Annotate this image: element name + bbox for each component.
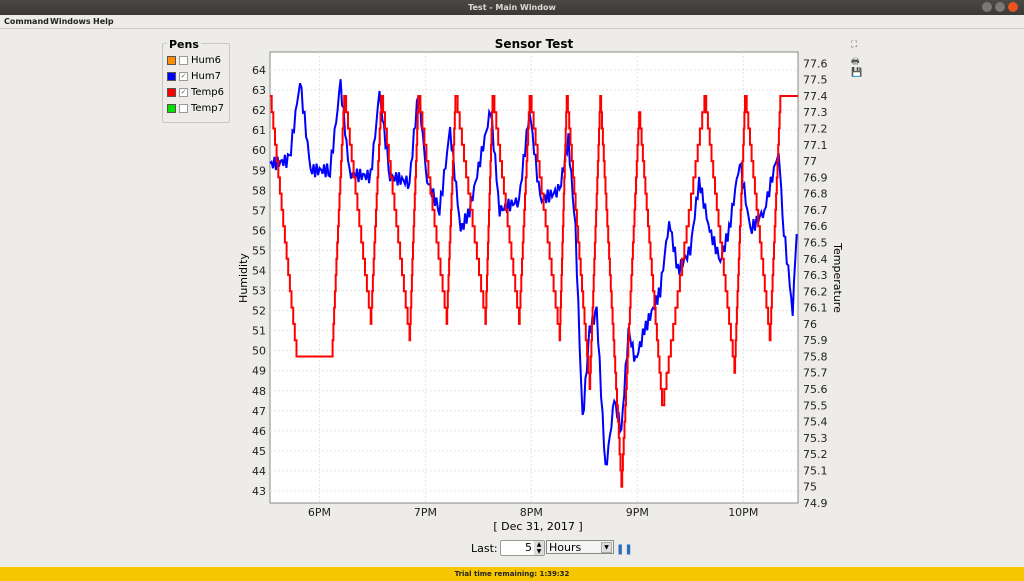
y-tick-label: 61: [252, 124, 266, 137]
y-tick-label: 45: [252, 445, 266, 458]
last-value-spinner[interactable]: 5 ▲ ▼: [500, 540, 545, 556]
y2-tick-label: 76.9: [803, 171, 828, 184]
y2-tick-label: 76.7: [803, 204, 828, 217]
y-tick-label: 62: [252, 104, 266, 117]
y2-tick-label: 75.3: [803, 432, 828, 445]
y-tick-label: 49: [252, 365, 266, 378]
last-value: 5: [525, 541, 532, 554]
y2-tick-label: 75.2: [803, 448, 828, 461]
y2-tick-label: 77.2: [803, 123, 828, 136]
y2-tick-label: 77.5: [803, 74, 828, 87]
y-tick-label: 57: [252, 204, 266, 217]
y-tick-label: 63: [252, 84, 266, 97]
y-tick-label: 55: [252, 244, 266, 257]
y-axis-label: Humidity: [237, 253, 250, 303]
y2-tick-label: 77: [803, 155, 817, 168]
y2-tick-label: 77.3: [803, 106, 828, 119]
y-tick-label: 53: [252, 285, 266, 298]
y-tick-label: 48: [252, 385, 266, 398]
y2-tick-label: 76.5: [803, 236, 828, 249]
unit-value: Hours: [549, 541, 582, 554]
y2-tick-label: 77.6: [803, 57, 828, 70]
y-tick-label: 59: [252, 164, 266, 177]
pause-icon[interactable]: ❚❚: [616, 544, 633, 555]
y-tick-label: 46: [252, 425, 266, 438]
y2-tick-label: 75.7: [803, 367, 828, 380]
y-tick-label: 47: [252, 405, 266, 418]
spinner-arrows-icon[interactable]: ▲ ▼: [534, 541, 544, 555]
y-tick-label: 54: [252, 264, 266, 277]
unit-select[interactable]: Hours ▼: [546, 540, 614, 554]
y2-tick-label: 76.6: [803, 220, 828, 233]
y-tick-label: 64: [252, 64, 266, 77]
y-tick-label: 43: [252, 485, 266, 498]
y-tick-label: 56: [252, 224, 266, 237]
y2-tick-label: 75.9: [803, 334, 828, 347]
y-tick-label: 52: [252, 305, 266, 318]
chart-title: Sensor Test: [495, 37, 574, 51]
y2-tick-label: 76: [803, 318, 817, 331]
y2-tick-label: 75.1: [803, 464, 828, 477]
x-tick-label: 7PM: [414, 506, 437, 519]
y-tick-label: 58: [252, 184, 266, 197]
y2-tick-label: 76.3: [803, 269, 828, 282]
y2-tick-label: 76.1: [803, 302, 828, 315]
y2-tick-label: 76.8: [803, 188, 828, 201]
y2-axis-label: Temperature: [831, 242, 844, 313]
last-label: Last:: [471, 542, 498, 555]
y2-tick-label: 77.4: [803, 90, 828, 103]
y2-tick-label: 75.4: [803, 416, 828, 429]
y2-tick-label: 76.2: [803, 285, 828, 298]
y-tick-label: 44: [252, 465, 266, 478]
status-bar: Trial time remaining: 1:39:32: [0, 567, 1024, 581]
y2-tick-label: 75.5: [803, 399, 828, 412]
x-tick-label: 9PM: [626, 506, 649, 519]
chevron-down-icon: ▼: [601, 542, 612, 553]
y2-tick-label: 75: [803, 481, 817, 494]
y-tick-label: 50: [252, 345, 266, 358]
x-tick-label: 6PM: [308, 506, 331, 519]
x-axis-label: [ Dec 31, 2017 ]: [493, 520, 582, 533]
y2-tick-label: 76.4: [803, 253, 828, 266]
x-tick-label: 10PM: [728, 506, 758, 519]
y2-tick-label: 74.9: [803, 497, 828, 510]
y2-tick-label: 77.1: [803, 139, 828, 152]
y2-tick-label: 75.8: [803, 350, 828, 363]
sensor-chart: 43 44 45 46 47 48 49 50 51 52 53 54 55 56 57 58 59 60 61 62…: [237, 37, 844, 533]
x-tick-label: 8PM: [520, 506, 543, 519]
y2-tick-label: 75.6: [803, 383, 828, 396]
y-tick-label: 60: [252, 144, 266, 157]
trial-status: Trial time remaining: 1:39:32: [454, 570, 570, 578]
y-tick-label: 51: [252, 325, 266, 338]
